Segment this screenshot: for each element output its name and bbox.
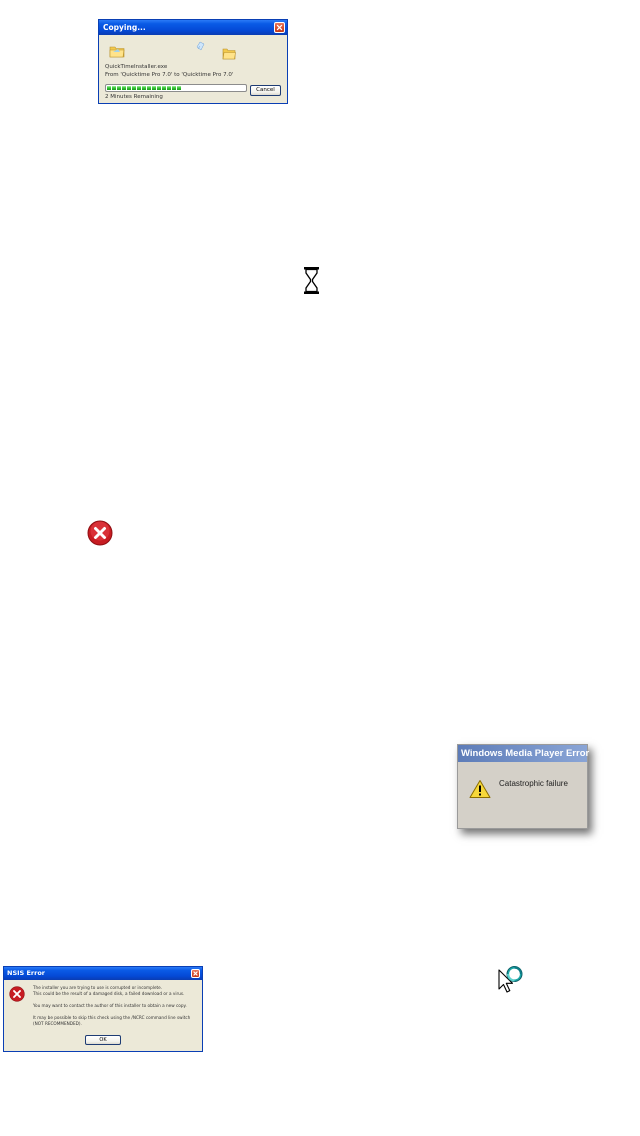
wmp-error-dialog: Windows Media Player Error Catastrophic … — [457, 744, 590, 829]
ok-button[interactable]: OK — [85, 1035, 121, 1045]
file-name-label: QuickTimeInstaller.exe — [105, 64, 168, 70]
progress-fill — [107, 86, 181, 90]
hourglass-icon — [304, 267, 319, 294]
close-button[interactable] — [274, 22, 285, 33]
progress-segment — [117, 86, 121, 90]
nsis-error-line-5: (NOT RECOMMENDED). — [33, 1021, 82, 1026]
warning-icon — [469, 780, 491, 798]
progress-segment — [152, 86, 156, 90]
progress-segment — [122, 86, 126, 90]
copying-dialog: Copying... QuickTimeInstaller.exe From '… — [98, 19, 288, 104]
progress-segment — [147, 86, 151, 90]
from-to-label: From 'Quicktime Pro 7.0' to 'Quicktime P… — [105, 72, 234, 78]
wmp-error-message: Catastrophic failure — [499, 779, 568, 788]
close-button[interactable] — [191, 969, 200, 978]
cancel-button[interactable]: Cancel — [250, 85, 281, 96]
copying-dialog-title: Copying... — [103, 23, 146, 32]
nsis-error-dialog: NSIS Error The installer you are trying … — [3, 966, 203, 1052]
progress-segment — [137, 86, 141, 90]
progress-segment — [177, 86, 181, 90]
nsis-error-line-1: The installer you are trying to use is c… — [33, 985, 163, 990]
wmp-error-titlebar[interactable]: Windows Media Player Error — [458, 745, 590, 762]
error-icon — [87, 520, 113, 546]
source-folder-icon — [109, 46, 125, 58]
progress-segment — [107, 86, 111, 90]
copy-progress-bar — [105, 84, 247, 92]
progress-segment — [157, 86, 161, 90]
progress-segment — [172, 86, 176, 90]
progress-segment — [112, 86, 116, 90]
nsis-error-line-2: This could be the result of a damaged di… — [33, 991, 185, 996]
nsis-error-line-4: It may be possible to skip this check us… — [33, 1015, 191, 1020]
copying-dialog-titlebar[interactable]: Copying... — [99, 20, 287, 35]
progress-segment — [162, 86, 166, 90]
wmp-error-title: Windows Media Player Error — [461, 748, 590, 759]
nsis-error-title: NSIS Error — [7, 969, 46, 977]
progress-segment — [127, 86, 131, 90]
time-remaining-label: 2 Minutes Remaining — [105, 94, 163, 100]
progress-segment — [132, 86, 136, 90]
close-icon — [276, 24, 283, 31]
error-icon — [9, 986, 25, 1002]
destination-folder-icon — [222, 48, 236, 60]
close-icon — [193, 971, 198, 976]
progress-segment — [167, 86, 171, 90]
flying-document-icon — [196, 41, 205, 51]
progress-segment — [142, 86, 146, 90]
busy-cursor-icon — [498, 966, 523, 993]
nsis-error-titlebar[interactable]: NSIS Error — [4, 967, 202, 980]
nsis-error-line-3: You may want to contact the author of th… — [33, 1003, 187, 1008]
